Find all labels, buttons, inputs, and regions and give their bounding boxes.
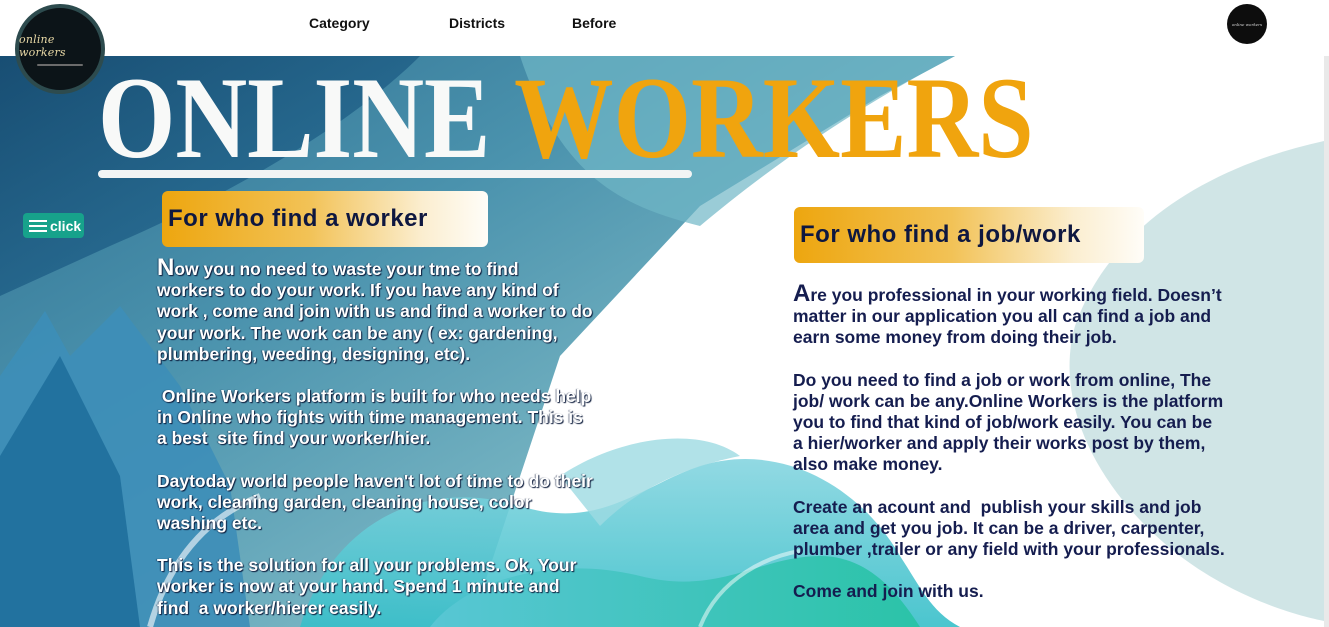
nav-link-districts[interactable]: Districts <box>449 15 505 31</box>
text-line-content: work , come and join with us and find a … <box>157 301 593 322</box>
hero-title-workers: WORKERS <box>514 56 1034 183</box>
text-line-content: earn some money from doing their job. <box>793 327 1117 348</box>
text-line: matter in our application you all can fi… <box>793 306 1225 327</box>
hero-title: ONLINE WORKERS <box>98 60 1034 177</box>
text-line-content: This is the solution for all your proble… <box>157 555 577 576</box>
menu-toggle-label: click <box>50 217 82 234</box>
user-avatar[interactable]: online workers <box>1227 4 1267 44</box>
job-heading-text: For who find a job/work <box>800 221 1081 248</box>
text-line-content: area and get you job. It can be a driver… <box>793 517 1205 538</box>
text-line-content: workers to do your work. If you have any… <box>157 280 559 301</box>
job-section-heading: For who find a job/work <box>794 207 1144 263</box>
paragraph: Are you professional in your working fie… <box>793 280 1225 349</box>
text-line: you to find that kind of job/work easily… <box>793 412 1225 433</box>
paragraph: Come and join with us. <box>793 581 1225 602</box>
text-line-content: a hier/worker and apply their works post… <box>793 433 1206 454</box>
hero-title-online: ONLINE <box>98 56 491 183</box>
logo-text: online workers <box>19 32 66 59</box>
text-line-content: Do you need to find a job or work from o… <box>793 369 1212 390</box>
logo-underline <box>37 63 83 66</box>
text-line: in Online who fights with time managemen… <box>157 407 593 428</box>
text-line-content: work, cleaning garden, cleaning house, c… <box>157 491 532 512</box>
top-navbar: Category Districts Before online workers <box>0 0 1329 56</box>
text-line: work , come and join with us and find a … <box>157 301 593 322</box>
text-line-content: Daytoday world people haven't lot of tim… <box>157 470 593 491</box>
worker-section-text: Now you no need to waste your tme to fin… <box>157 254 593 627</box>
text-line-content: plumbering, weeding, designing, etc). <box>157 343 471 364</box>
text-line: Create an acount and publish your skills… <box>793 497 1225 518</box>
text-line: a hier/worker and apply their works post… <box>793 433 1225 454</box>
text-line-content: Create an acount and publish your skills… <box>793 496 1202 517</box>
avatar-logo-text: online workers <box>1231 21 1263 27</box>
text-line: your work. The work can be any ( ex: gar… <box>157 323 593 344</box>
text-line: work, cleaning garden, cleaning house, c… <box>157 492 593 513</box>
worker-section-heading: For who find a worker <box>162 191 488 247</box>
title-underline <box>98 170 692 178</box>
text-line-content: matter in our application you all can fi… <box>793 306 1212 327</box>
paragraph: Online Workers platform is built for who… <box>157 386 593 450</box>
text-line-content: find a worker/hierer easily. <box>157 597 382 618</box>
text-line-content: re you professional in your working fiel… <box>810 285 1222 305</box>
text-line-content: plumber ,trailer or any field with your … <box>793 539 1225 560</box>
text-line: plumbering, weeding, designing, etc). <box>157 344 593 365</box>
text-line-content: job/ work can be any.Online Workers is t… <box>793 390 1224 411</box>
text-line: washing etc. <box>157 513 593 534</box>
text-line-content: Come and join with us. <box>793 581 984 602</box>
paragraph: Now you no need to waste your tme to fin… <box>157 254 593 365</box>
nav-link-category[interactable]: Category <box>309 15 370 31</box>
worker-heading-text: For who find a worker <box>168 205 428 232</box>
text-line: plumber ,trailer or any field with your … <box>793 539 1225 560</box>
text-line-content: ow you no need to waste your tme to find <box>174 259 519 279</box>
text-line-content: you to find that kind of job/work easily… <box>793 412 1213 433</box>
paragraph: Create an acount and publish your skills… <box>793 497 1225 561</box>
text-line: also make money. <box>793 454 1225 475</box>
paragraph: Daytoday world people haven't lot of tim… <box>157 471 593 535</box>
drop-cap: N <box>157 254 175 281</box>
text-line-content: washing etc. <box>157 513 263 534</box>
text-line: This is the solution for all your proble… <box>157 555 593 576</box>
nav-link-before[interactable]: Before <box>572 15 616 31</box>
text-line-content: your work. The work can be any ( ex: gar… <box>157 322 558 343</box>
drop-cap: A <box>793 280 811 307</box>
job-section-text: Are you professional in your working fie… <box>793 280 1225 623</box>
hamburger-icon <box>29 219 47 233</box>
text-line-content: in Online who fights with time managemen… <box>157 407 583 428</box>
text-line-content: a best site find your worker/hier. <box>157 428 431 449</box>
paragraph: Do you need to find a job or work from o… <box>793 370 1225 476</box>
hero-section: ONLINE WORKERS click For who find a worke… <box>0 56 1324 627</box>
text-line: Daytoday world people haven't lot of tim… <box>157 471 593 492</box>
text-line: Do you need to find a job or work from o… <box>793 370 1225 391</box>
text-line: a best site find your worker/hier. <box>157 428 593 449</box>
page-scrollbar[interactable] <box>1324 56 1329 627</box>
text-line: job/ work can be any.Online Workers is t… <box>793 391 1225 412</box>
text-line: Are you professional in your working fie… <box>793 280 1225 307</box>
text-line: worker is now at your hand. Spend 1 minu… <box>157 576 593 597</box>
text-line-content: Online Workers platform is built for who… <box>157 386 592 407</box>
text-line: area and get you job. It can be a driver… <box>793 518 1225 539</box>
paragraph: This is the solution for all your proble… <box>157 555 593 619</box>
text-line: earn some money from doing their job. <box>793 327 1225 348</box>
text-line-content: worker is now at your hand. Spend 1 minu… <box>157 576 560 597</box>
site-logo[interactable]: online workers <box>15 4 105 94</box>
menu-toggle-button[interactable]: click <box>23 213 84 238</box>
text-line: workers to do your work. If you have any… <box>157 280 593 301</box>
text-line: Come and join with us. <box>793 581 1225 602</box>
text-line-content: also make money. <box>793 454 943 475</box>
text-line: Now you no need to waste your tme to fin… <box>157 254 593 281</box>
text-line: Online Workers platform is built for who… <box>157 386 593 407</box>
text-line: find a worker/hierer easily. <box>157 598 593 619</box>
